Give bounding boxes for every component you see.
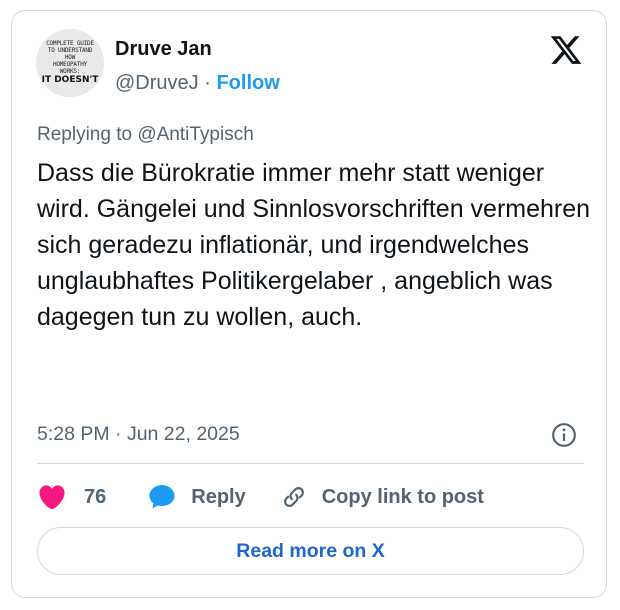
reply-label: Reply — [191, 485, 246, 508]
link-icon — [283, 487, 304, 507]
replying-to-label: Replying to — [37, 124, 138, 145]
x-logo-icon[interactable] — [549, 33, 583, 67]
divider — [37, 463, 584, 464]
author-handle[interactable]: @DruveJ — [115, 72, 199, 94]
like-button[interactable]: 76 — [37, 482, 106, 512]
author-name[interactable]: Druve Jan — [115, 38, 212, 61]
avatar-text-line: TO UNDERSTAND — [47, 47, 93, 54]
replying-to-handle[interactable]: @AntiTypisch — [137, 124, 253, 145]
action-bar: 76 Reply Copy link to post — [37, 481, 484, 513]
reply-bubble-icon — [149, 485, 175, 509]
like-count: 76 — [84, 485, 107, 508]
separator: · — [204, 72, 211, 94]
read-more-label: Read more on X — [236, 539, 385, 562]
post-card: COMPLETE GUIDE TO UNDERSTAND HOW HOMEOPA… — [11, 10, 607, 598]
avatar-text-line: COMPLETE GUIDE — [46, 40, 94, 47]
heart-icon — [39, 485, 65, 510]
author-handle-row: @DruveJ · Follow — [115, 72, 280, 95]
follow-button[interactable]: Follow — [216, 72, 279, 94]
post-timestamp[interactable]: 5:28 PM · Jun 22, 2025 — [37, 423, 240, 446]
replying-to: Replying to @AntiTypisch — [37, 124, 254, 146]
avatar-text-line: WORKS: — [59, 68, 81, 75]
info-icon[interactable] — [551, 422, 577, 448]
copy-link-button[interactable]: Copy link to post — [281, 484, 484, 510]
avatar-text-line: HOMEOPATHY — [52, 61, 88, 68]
reply-button[interactable]: Reply — [147, 482, 246, 512]
avatar-text-line: HOW — [64, 54, 76, 61]
copy-link-label: Copy link to post — [321, 485, 484, 508]
post-text: Dass die Bürokratie immer mehr statt wen… — [37, 159, 591, 331]
avatar-text-line: IT DOESN'T — [41, 75, 99, 85]
read-more-button[interactable]: Read more on X — [37, 527, 584, 575]
avatar[interactable]: COMPLETE GUIDE TO UNDERSTAND HOW HOMEOPA… — [36, 29, 104, 97]
